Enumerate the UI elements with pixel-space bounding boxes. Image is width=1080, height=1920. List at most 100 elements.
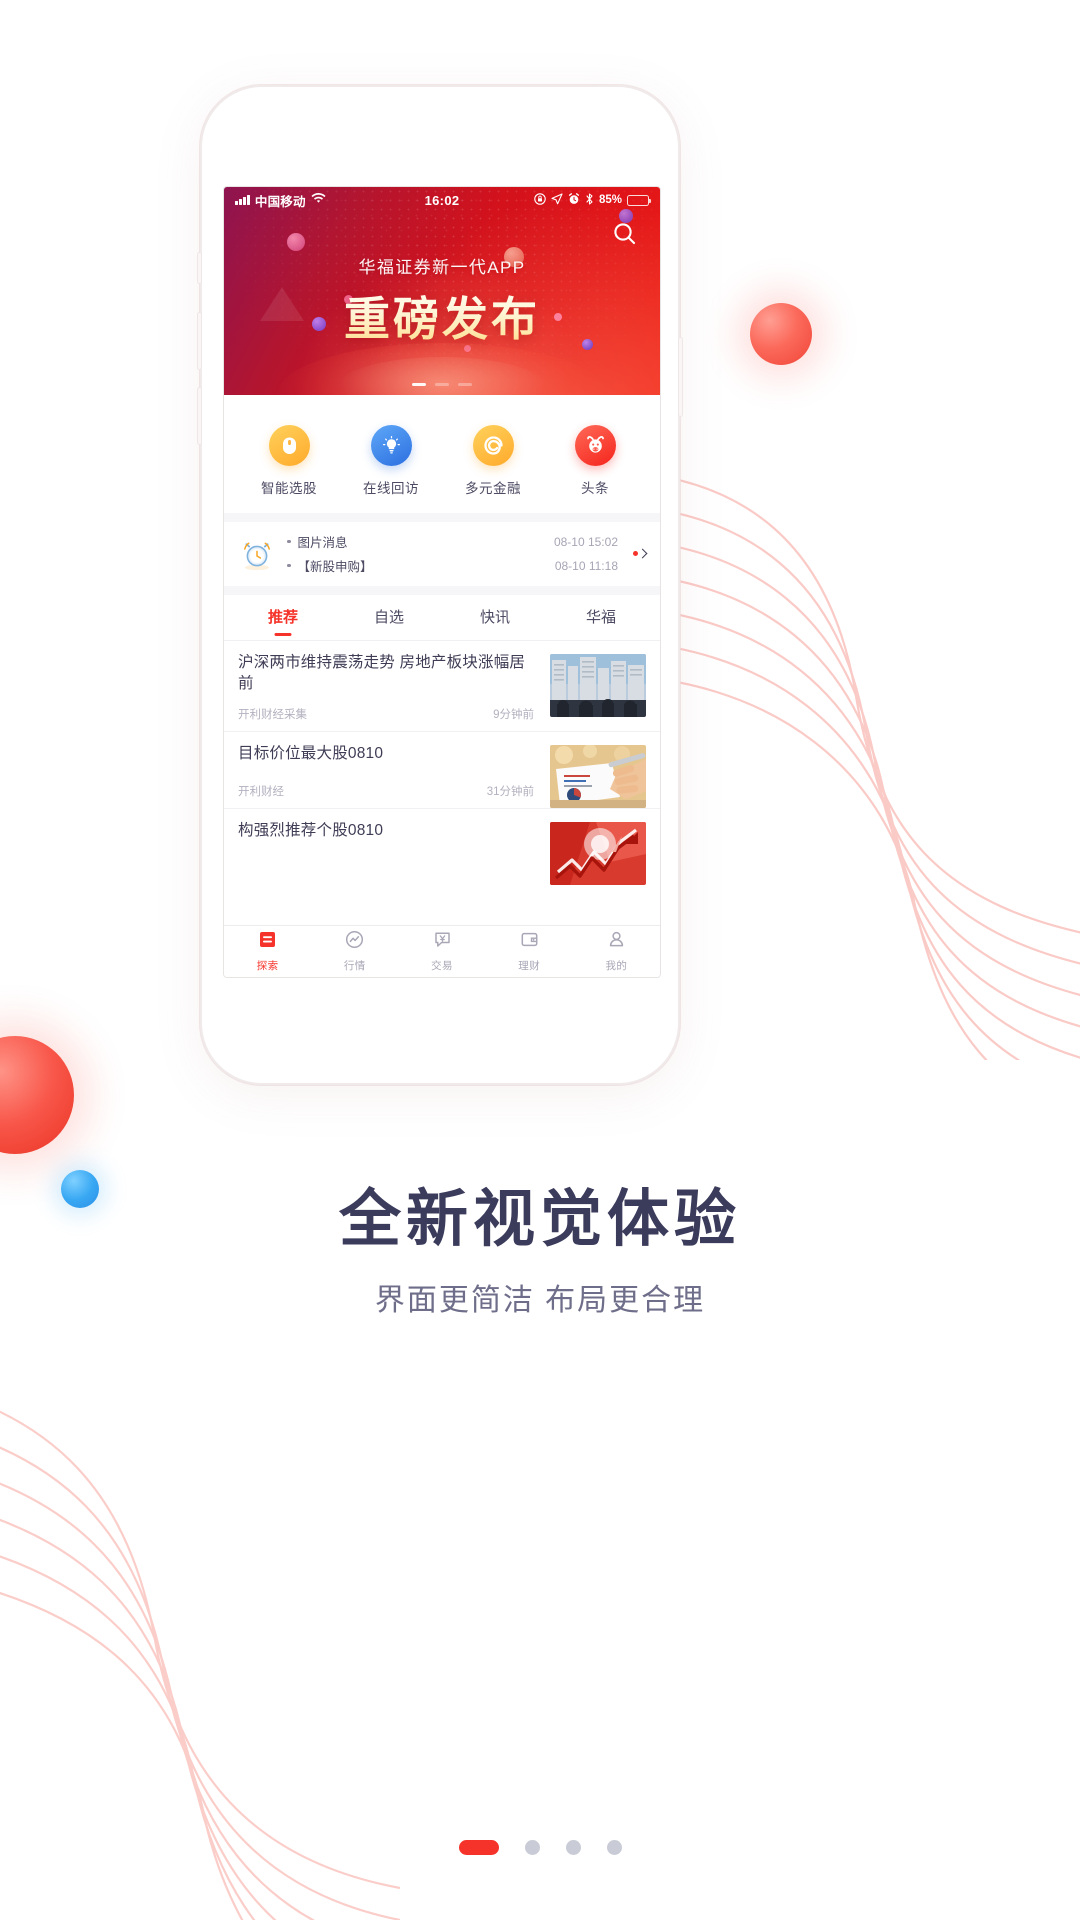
status-bar: 中国移动 16:02 85% — [224, 187, 660, 213]
status-bar-left: 中国移动 — [235, 191, 326, 210]
news-content: 目标价位最大股0810 开利财经 31分钟前 — [238, 743, 538, 808]
mouse-icon — [268, 425, 310, 466]
rotation-lock-icon — [534, 192, 546, 208]
page-dot-active[interactable] — [458, 1840, 499, 1855]
shortcut-item-online-callback[interactable]: 在线回访 — [340, 425, 442, 497]
bull-icon — [574, 425, 616, 466]
shortcut-label: 多元金融 — [465, 481, 521, 496]
news-content: 沪深两市维持震荡走势 房地产板块涨幅居前 开利财经采集 9分钟前 — [238, 652, 538, 731]
phone-mockup-frame: 中国移动 16:02 85% 华福证券新一代APP 重磅发布 智能选股 在线回访… — [197, 85, 683, 1085]
banner-dot[interactable] — [435, 383, 449, 386]
news-thumbnail-city-buildings — [550, 654, 646, 717]
notification-list: 图片消息 08-10 15:02 【新股申购】 08-10 11:18 — [287, 532, 618, 575]
shortcut-label: 在线回访 — [363, 481, 419, 496]
shortcut-item-headlines[interactable]: 头条 — [544, 425, 646, 497]
red-sphere-right-decoration — [750, 303, 812, 365]
notification-time: 08-10 11:18 — [554, 558, 618, 573]
shortcut-item-smart-stock-picking[interactable]: 智能选股 — [238, 425, 340, 497]
hero-banner[interactable]: 中国移动 16:02 85% 华福证券新一代APP 重磅发布 — [224, 187, 660, 395]
banner-subtitle: 华福证券新一代APP — [358, 258, 526, 277]
signal-bars-icon — [235, 195, 250, 205]
news-list-item[interactable]: 沪深两市维持震荡走势 房地产板块涨幅居前 开利财经采集 9分钟前 — [224, 641, 660, 732]
trend-circle-icon — [345, 930, 364, 954]
news-list-item[interactable]: 构强烈推荐个股0810 — [224, 809, 660, 885]
shortcut-item-diversified-finance[interactable]: 多元金融 — [442, 425, 544, 497]
news-time: 9分钟前 — [493, 708, 534, 721]
news-thumbnail-red-arrow-chart — [550, 821, 646, 885]
search-icon[interactable] — [612, 221, 638, 247]
wave-lines-bottom-left-decoration — [0, 1410, 400, 1920]
bluetooth-icon — [585, 192, 594, 208]
carrier-label: 中国移动 — [254, 194, 306, 209]
shortcut-grid: 智能选股 在线回访 多元金融 头条 — [224, 395, 660, 513]
news-title: 目标价位最大股0810 — [238, 744, 384, 762]
alarm-clock-icon — [238, 535, 276, 573]
nav-item-trade[interactable]: 交易 — [398, 930, 485, 973]
shortcut-label: 头条 — [581, 481, 609, 496]
wallet-icon — [520, 930, 539, 954]
status-bar-right: 85% — [534, 192, 652, 208]
battery-percent-label: 85% — [598, 194, 622, 206]
banner-title: 重磅发布 — [224, 283, 660, 349]
news-time: 31分钟前 — [486, 785, 534, 798]
banner-orb-decoration — [287, 233, 305, 251]
bullet-icon — [287, 539, 291, 544]
page-dot[interactable] — [524, 1840, 540, 1855]
red-sphere-left-decoration — [0, 1036, 74, 1154]
notification-banner[interactable]: 图片消息 08-10 15:02 【新股申购】 08-10 11:18 — [224, 522, 660, 586]
lightbulb-icon — [370, 425, 412, 466]
news-list-item[interactable]: 目标价位最大股0810 开利财经 31分钟前 — [224, 732, 660, 809]
nav-label: 交易 — [431, 960, 453, 972]
news-content: 构强烈推荐个股0810 — [238, 820, 538, 885]
nav-label: 行情 — [343, 960, 366, 972]
alarm-icon — [568, 192, 580, 208]
banner-carousel-indicator[interactable] — [224, 383, 660, 386]
content-tab-bar: 推荐 自选 快讯 华福 — [224, 595, 660, 641]
news-title: 构强烈推荐个股0810 — [238, 821, 384, 839]
person-icon — [607, 930, 626, 954]
phone-power-button — [678, 337, 683, 417]
tab-recommend[interactable]: 推荐 — [230, 595, 336, 641]
phone-screen: 中国移动 16:02 85% 华福证券新一代APP 重磅发布 智能选股 在线回访… — [224, 187, 660, 977]
tab-newsflash[interactable]: 快讯 — [442, 595, 548, 641]
news-meta: 开利财经 31分钟前 — [238, 772, 538, 808]
nav-item-mine[interactable]: 我的 — [573, 930, 660, 973]
news-source: 开利财经 — [238, 785, 284, 798]
page-indicator — [0, 1840, 1080, 1855]
notification-row[interactable]: 图片消息 08-10 15:02 — [287, 532, 618, 551]
tab-huafu[interactable]: 华福 — [548, 595, 654, 641]
nav-label: 理财 — [518, 960, 541, 972]
yuan-bubble-icon — [433, 930, 452, 954]
news-title: 沪深两市维持震荡走势 房地产板块涨幅居前 — [238, 654, 526, 693]
nav-label: 探索 — [256, 960, 279, 972]
phone-volume-down-button — [197, 387, 202, 445]
nav-item-explore[interactable]: 探索 — [224, 930, 311, 973]
section-divider — [224, 513, 660, 522]
notification-text: 图片消息 — [297, 536, 348, 550]
wifi-icon — [311, 193, 326, 207]
battery-icon — [627, 194, 652, 206]
banner-dot[interactable] — [458, 383, 472, 386]
notification-time: 08-10 15:02 — [553, 534, 618, 549]
notification-more-button[interactable] — [629, 548, 648, 559]
nav-item-market[interactable]: 行情 — [311, 930, 398, 973]
page-dot[interactable] — [565, 1840, 581, 1855]
nav-item-wealth[interactable]: 理财 — [486, 930, 573, 973]
shortcut-label: 智能选股 — [261, 481, 317, 496]
list-icon — [258, 930, 277, 954]
swirl-icon — [472, 425, 514, 466]
banner-dot[interactable] — [412, 383, 426, 386]
chevron-right-icon — [637, 548, 648, 559]
phone-mute-switch — [197, 252, 202, 284]
notification-row[interactable]: 【新股申购】 08-10 11:18 — [287, 556, 618, 575]
tab-watchlist[interactable]: 自选 — [336, 595, 442, 641]
bottom-navigation-bar: 探索 行情 交易 理财 我的 — [224, 925, 660, 977]
page-dot[interactable] — [606, 1840, 622, 1855]
notification-text: 【新股申购】 — [297, 560, 373, 574]
news-meta: 开利财经采集 9分钟前 — [238, 695, 538, 731]
news-list: 沪深两市维持震荡走势 房地产板块涨幅居前 开利财经采集 9分钟前 目标价位最大股… — [224, 641, 660, 885]
news-meta — [238, 865, 538, 885]
location-arrow-icon — [551, 192, 563, 208]
bullet-icon — [287, 563, 291, 568]
news-source: 开利财经采集 — [238, 708, 307, 721]
